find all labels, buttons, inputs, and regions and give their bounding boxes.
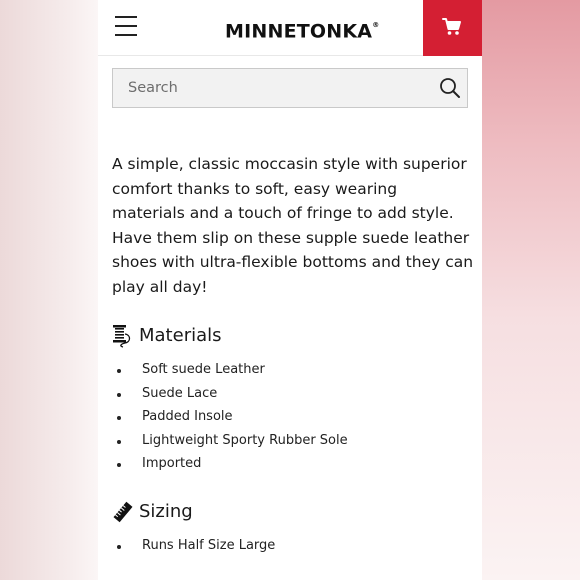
site-header: MINNETONKA® — [98, 0, 482, 56]
list-item: Imported — [112, 452, 452, 476]
background-left — [0, 0, 98, 580]
list-item: Padded Insole — [112, 405, 452, 429]
mobile-page: MINNETONKA® A simple, classic moccasin s… — [98, 0, 482, 580]
shopping-cart-icon — [442, 18, 461, 35]
search-bar — [112, 68, 468, 108]
search-input[interactable] — [113, 69, 423, 107]
materials-heading: Materials — [112, 322, 412, 352]
ruler-icon — [113, 501, 133, 523]
cart-button[interactable] — [423, 0, 482, 56]
product-description: A simple, classic moccasin style with su… — [112, 155, 474, 296]
registered-mark: ® — [372, 21, 380, 29]
hamburger-menu-icon[interactable] — [115, 16, 137, 36]
materials-title: Materials — [139, 325, 222, 346]
sizing-list: Runs Half Size Large — [112, 534, 452, 558]
sizing-heading: Sizing — [112, 498, 412, 528]
list-item: Soft suede Leather — [112, 358, 452, 382]
list-item: Runs Half Size Large — [112, 534, 452, 558]
brand-logo[interactable]: MINNETONKA® — [225, 17, 379, 42]
sizing-title: Sizing — [139, 501, 193, 522]
thread-spool-icon — [113, 325, 131, 348]
list-item: Suede Lace — [112, 382, 452, 406]
brand-name: MINNETONKA — [225, 20, 373, 43]
search-icon[interactable] — [439, 77, 461, 99]
list-item: Lightweight Sporty Rubber Sole — [112, 429, 452, 453]
background-right — [482, 0, 580, 580]
materials-list: Soft suede Leather Suede Lace Padded Ins… — [112, 358, 452, 476]
